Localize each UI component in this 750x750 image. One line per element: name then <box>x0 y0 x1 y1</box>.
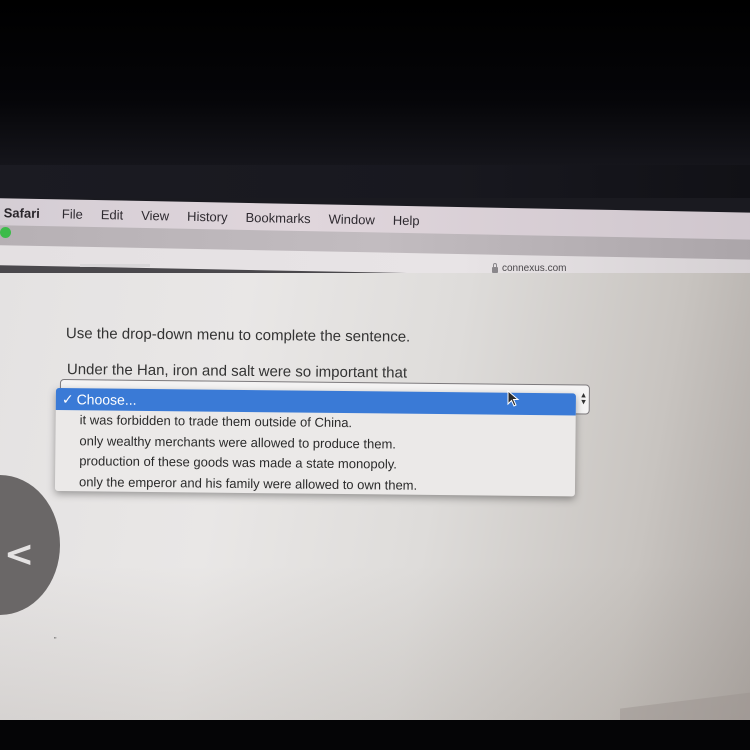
menu-help[interactable]: Help <box>393 212 420 228</box>
screen: Safari File Edit View History Bookmarks … <box>0 165 750 720</box>
menu-history[interactable]: History <box>187 208 228 224</box>
window-zoom-button[interactable] <box>0 227 11 238</box>
dropdown-menu: ✓ Choose... it was forbidden to trade the… <box>54 388 576 497</box>
mouse-cursor-icon <box>507 390 520 407</box>
menu-safari[interactable]: Safari <box>4 205 40 221</box>
content-shade <box>0 565 750 720</box>
active-tab-indicator[interactable] <box>80 264 150 267</box>
select-arrows-icon: ▴ ▾ <box>581 389 586 407</box>
menu-window[interactable]: Window <box>328 211 375 227</box>
menu-edit[interactable]: Edit <box>101 207 124 222</box>
menu-view[interactable]: View <box>141 207 169 223</box>
monitor-bezel-bottom <box>0 720 750 750</box>
monitor-bezel-top <box>0 0 750 165</box>
question-instruction: Use the drop-down menu to complete the s… <box>65 325 411 346</box>
screen-dark-area <box>0 165 750 198</box>
chevron-left-icon[interactable]: < <box>4 537 34 573</box>
question-prompt: Under the Han, iron and salt were so imp… <box>66 361 408 382</box>
menu-bookmarks[interactable]: Bookmarks <box>245 209 310 225</box>
menu-file[interactable]: File <box>62 206 83 221</box>
checkmark-icon: ✓ <box>61 391 74 408</box>
option-label: Choose... <box>76 391 137 408</box>
lock-icon <box>492 262 498 273</box>
small-mark: " <box>54 637 57 644</box>
